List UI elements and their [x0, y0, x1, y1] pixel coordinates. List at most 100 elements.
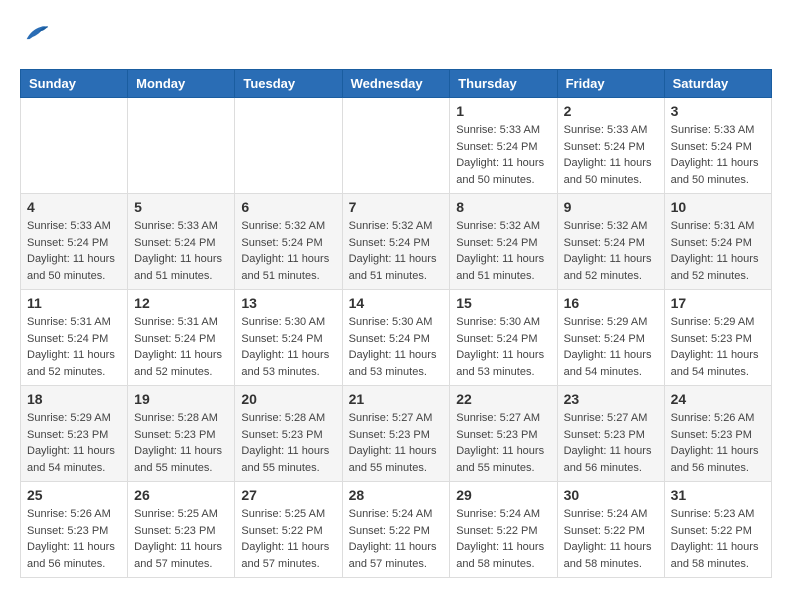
day-info: Sunrise: 5:28 AMSunset: 5:23 PMDaylight:…: [134, 412, 222, 474]
day-number: 17: [671, 295, 765, 311]
day-number: 4: [27, 199, 121, 215]
calendar-cell: 2 Sunrise: 5:33 AMSunset: 5:24 PMDayligh…: [557, 98, 664, 194]
day-number: 23: [564, 391, 658, 407]
calendar-week-3: 11 Sunrise: 5:31 AMSunset: 5:24 PMDaylig…: [21, 290, 772, 386]
day-number: 13: [241, 295, 335, 311]
calendar-cell: 6 Sunrise: 5:32 AMSunset: 5:24 PMDayligh…: [235, 194, 342, 290]
calendar-cell: 4 Sunrise: 5:33 AMSunset: 5:24 PMDayligh…: [21, 194, 128, 290]
day-header-tuesday: Tuesday: [235, 70, 342, 98]
day-number: 16: [564, 295, 658, 311]
day-info: Sunrise: 5:23 AMSunset: 5:22 PMDaylight:…: [671, 508, 759, 570]
day-number: 5: [134, 199, 228, 215]
page-header: [20, 20, 772, 53]
calendar-cell: 23 Sunrise: 5:27 AMSunset: 5:23 PMDaylig…: [557, 386, 664, 482]
day-number: 30: [564, 487, 658, 503]
calendar-cell: 10 Sunrise: 5:31 AMSunset: 5:24 PMDaylig…: [664, 194, 771, 290]
day-info: Sunrise: 5:32 AMSunset: 5:24 PMDaylight:…: [241, 220, 329, 282]
calendar-cell: 12 Sunrise: 5:31 AMSunset: 5:24 PMDaylig…: [128, 290, 235, 386]
calendar-cell: 25 Sunrise: 5:26 AMSunset: 5:23 PMDaylig…: [21, 482, 128, 578]
calendar-week-1: 1 Sunrise: 5:33 AMSunset: 5:24 PMDayligh…: [21, 98, 772, 194]
calendar-cell: 28 Sunrise: 5:24 AMSunset: 5:22 PMDaylig…: [342, 482, 450, 578]
day-number: 7: [349, 199, 444, 215]
day-info: Sunrise: 5:29 AMSunset: 5:23 PMDaylight:…: [671, 316, 759, 378]
day-number: 8: [456, 199, 550, 215]
calendar-cell: 31 Sunrise: 5:23 AMSunset: 5:22 PMDaylig…: [664, 482, 771, 578]
calendar-cell: 8 Sunrise: 5:32 AMSunset: 5:24 PMDayligh…: [450, 194, 557, 290]
day-header-sunday: Sunday: [21, 70, 128, 98]
day-info: Sunrise: 5:24 AMSunset: 5:22 PMDaylight:…: [349, 508, 437, 570]
day-number: 11: [27, 295, 121, 311]
calendar-cell: [235, 98, 342, 194]
calendar-cell: 26 Sunrise: 5:25 AMSunset: 5:23 PMDaylig…: [128, 482, 235, 578]
calendar-cell: 14 Sunrise: 5:30 AMSunset: 5:24 PMDaylig…: [342, 290, 450, 386]
day-number: 12: [134, 295, 228, 311]
calendar-cell: 16 Sunrise: 5:29 AMSunset: 5:24 PMDaylig…: [557, 290, 664, 386]
calendar-cell: 30 Sunrise: 5:24 AMSunset: 5:22 PMDaylig…: [557, 482, 664, 578]
calendar-cell: 20 Sunrise: 5:28 AMSunset: 5:23 PMDaylig…: [235, 386, 342, 482]
calendar-cell: 18 Sunrise: 5:29 AMSunset: 5:23 PMDaylig…: [21, 386, 128, 482]
day-number: 1: [456, 103, 550, 119]
calendar-week-4: 18 Sunrise: 5:29 AMSunset: 5:23 PMDaylig…: [21, 386, 772, 482]
calendar-cell: [128, 98, 235, 194]
calendar-cell: 9 Sunrise: 5:32 AMSunset: 5:24 PMDayligh…: [557, 194, 664, 290]
calendar-table: SundayMondayTuesdayWednesdayThursdayFrid…: [20, 69, 772, 578]
day-number: 20: [241, 391, 335, 407]
day-number: 9: [564, 199, 658, 215]
calendar-cell: [342, 98, 450, 194]
calendar-cell: [21, 98, 128, 194]
calendar-cell: 19 Sunrise: 5:28 AMSunset: 5:23 PMDaylig…: [128, 386, 235, 482]
day-number: 24: [671, 391, 765, 407]
day-info: Sunrise: 5:33 AMSunset: 5:24 PMDaylight:…: [564, 124, 652, 186]
day-number: 3: [671, 103, 765, 119]
logo-bird-icon: [22, 20, 50, 48]
day-info: Sunrise: 5:30 AMSunset: 5:24 PMDaylight:…: [241, 316, 329, 378]
day-info: Sunrise: 5:31 AMSunset: 5:24 PMDaylight:…: [671, 220, 759, 282]
day-header-monday: Monday: [128, 70, 235, 98]
day-number: 10: [671, 199, 765, 215]
calendar-cell: 15 Sunrise: 5:30 AMSunset: 5:24 PMDaylig…: [450, 290, 557, 386]
day-info: Sunrise: 5:26 AMSunset: 5:23 PMDaylight:…: [671, 412, 759, 474]
calendar-cell: 5 Sunrise: 5:33 AMSunset: 5:24 PMDayligh…: [128, 194, 235, 290]
calendar-cell: 29 Sunrise: 5:24 AMSunset: 5:22 PMDaylig…: [450, 482, 557, 578]
day-number: 29: [456, 487, 550, 503]
day-number: 25: [27, 487, 121, 503]
day-info: Sunrise: 5:30 AMSunset: 5:24 PMDaylight:…: [456, 316, 544, 378]
day-header-friday: Friday: [557, 70, 664, 98]
day-number: 2: [564, 103, 658, 119]
day-header-wednesday: Wednesday: [342, 70, 450, 98]
day-info: Sunrise: 5:32 AMSunset: 5:24 PMDaylight:…: [564, 220, 652, 282]
day-number: 15: [456, 295, 550, 311]
day-info: Sunrise: 5:28 AMSunset: 5:23 PMDaylight:…: [241, 412, 329, 474]
day-info: Sunrise: 5:31 AMSunset: 5:24 PMDaylight:…: [27, 316, 115, 378]
calendar-week-5: 25 Sunrise: 5:26 AMSunset: 5:23 PMDaylig…: [21, 482, 772, 578]
day-info: Sunrise: 5:25 AMSunset: 5:22 PMDaylight:…: [241, 508, 329, 570]
day-info: Sunrise: 5:29 AMSunset: 5:23 PMDaylight:…: [27, 412, 115, 474]
calendar-cell: 24 Sunrise: 5:26 AMSunset: 5:23 PMDaylig…: [664, 386, 771, 482]
logo-text: [20, 20, 50, 53]
day-info: Sunrise: 5:33 AMSunset: 5:24 PMDaylight:…: [27, 220, 115, 282]
day-info: Sunrise: 5:31 AMSunset: 5:24 PMDaylight:…: [134, 316, 222, 378]
calendar-cell: 3 Sunrise: 5:33 AMSunset: 5:24 PMDayligh…: [664, 98, 771, 194]
day-info: Sunrise: 5:33 AMSunset: 5:24 PMDaylight:…: [456, 124, 544, 186]
day-number: 14: [349, 295, 444, 311]
day-info: Sunrise: 5:32 AMSunset: 5:24 PMDaylight:…: [349, 220, 437, 282]
day-info: Sunrise: 5:30 AMSunset: 5:24 PMDaylight:…: [349, 316, 437, 378]
calendar-cell: 1 Sunrise: 5:33 AMSunset: 5:24 PMDayligh…: [450, 98, 557, 194]
day-number: 6: [241, 199, 335, 215]
calendar-cell: 11 Sunrise: 5:31 AMSunset: 5:24 PMDaylig…: [21, 290, 128, 386]
day-number: 22: [456, 391, 550, 407]
day-info: Sunrise: 5:26 AMSunset: 5:23 PMDaylight:…: [27, 508, 115, 570]
day-info: Sunrise: 5:24 AMSunset: 5:22 PMDaylight:…: [456, 508, 544, 570]
day-info: Sunrise: 5:24 AMSunset: 5:22 PMDaylight:…: [564, 508, 652, 570]
calendar-cell: 22 Sunrise: 5:27 AMSunset: 5:23 PMDaylig…: [450, 386, 557, 482]
calendar-week-2: 4 Sunrise: 5:33 AMSunset: 5:24 PMDayligh…: [21, 194, 772, 290]
calendar-header-row: SundayMondayTuesdayWednesdayThursdayFrid…: [21, 70, 772, 98]
day-number: 31: [671, 487, 765, 503]
calendar-cell: 7 Sunrise: 5:32 AMSunset: 5:24 PMDayligh…: [342, 194, 450, 290]
day-info: Sunrise: 5:27 AMSunset: 5:23 PMDaylight:…: [456, 412, 544, 474]
day-info: Sunrise: 5:32 AMSunset: 5:24 PMDaylight:…: [456, 220, 544, 282]
day-number: 27: [241, 487, 335, 503]
day-number: 18: [27, 391, 121, 407]
day-number: 28: [349, 487, 444, 503]
calendar-cell: 17 Sunrise: 5:29 AMSunset: 5:23 PMDaylig…: [664, 290, 771, 386]
